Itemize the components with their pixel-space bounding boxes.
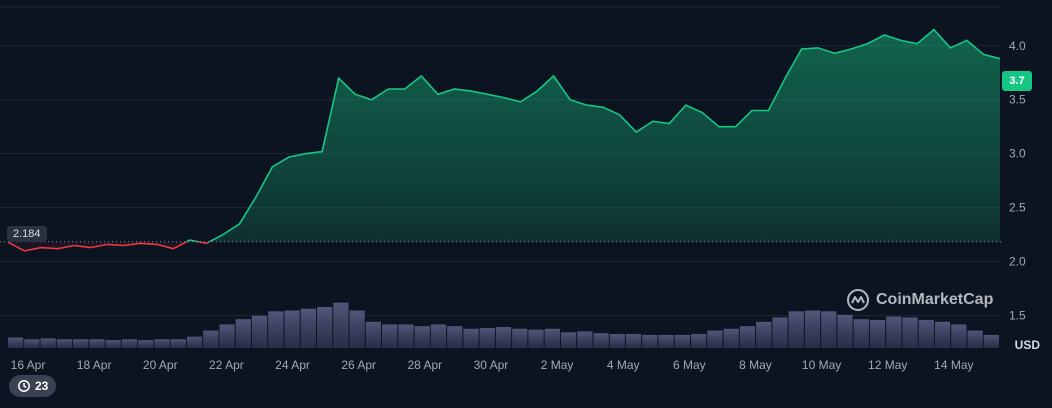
history-clock-icon	[18, 380, 30, 392]
volume-bar	[479, 327, 495, 348]
y-tick-label: 2.0	[1009, 255, 1026, 269]
volume-bar	[593, 333, 609, 348]
volume-bar	[625, 334, 642, 348]
open-price-tag: 2.184	[7, 226, 47, 242]
y-tick-label: 4.0	[1009, 39, 1026, 53]
price-chart[interactable]: 4.0 3.5 3.0 2.5 2.0 1.5 16 Apr 18 Apr 20 Apr 22 …	[0, 0, 1052, 403]
watermark-brand-text: CoinMarketCap	[876, 291, 994, 308]
volume-bar	[544, 328, 560, 348]
volume-bar	[756, 321, 772, 348]
volume-bar	[398, 324, 414, 348]
volume-bar	[821, 311, 837, 348]
y-tick-label: 3.0	[1009, 147, 1026, 161]
x-tick-label: 24 Apr	[275, 358, 310, 372]
volume-bar	[186, 336, 203, 348]
volume-bar	[382, 324, 398, 348]
volume-bar	[691, 334, 707, 348]
volume-bar	[235, 319, 251, 348]
volume-bar	[154, 339, 170, 348]
volume-bar	[918, 320, 934, 348]
volume-bar	[886, 316, 902, 348]
open-price-value: 2.184	[13, 228, 41, 240]
history-button[interactable]: 23	[9, 375, 57, 397]
volume-bar	[365, 321, 382, 348]
x-tick-label: 12 May	[868, 358, 907, 372]
current-price-tag: 3.7	[1002, 71, 1032, 91]
volume-bar	[56, 339, 73, 348]
volume-bar	[24, 339, 40, 348]
x-axis-ticks: 16 Apr 18 Apr 20 Apr 22 Apr 24 Apr 26 Apr 28 A…	[11, 358, 974, 372]
volume-bar	[869, 320, 886, 348]
volume-bar	[316, 306, 333, 348]
volume-bar	[138, 340, 154, 348]
x-tick-label: 16 Apr	[11, 358, 46, 372]
volume-bar	[837, 314, 853, 348]
volume-bar	[284, 310, 300, 348]
volume-bar	[609, 334, 625, 348]
x-tick-label: 20 Apr	[143, 358, 178, 372]
volume-bar	[219, 324, 235, 348]
y-tick-label: 2.5	[1009, 201, 1026, 215]
volume-bar	[121, 339, 138, 348]
x-tick-label: 14 May	[934, 358, 973, 372]
volume-bar	[463, 328, 479, 348]
volume-bar	[577, 331, 593, 348]
volume-bar	[8, 337, 24, 348]
coinmarketcap-watermark: CoinMarketCap	[846, 288, 993, 312]
y-tick-label: 3.5	[1009, 93, 1026, 107]
history-count: 23	[35, 379, 49, 393]
x-tick-label: 18 Apr	[77, 358, 112, 372]
volume-bar	[447, 326, 463, 348]
x-tick-label: 8 May	[739, 358, 772, 372]
volume-bar	[560, 332, 577, 348]
currency-unit-label: USD	[1014, 338, 1040, 352]
volume-bar	[528, 329, 544, 348]
volume-bar	[495, 327, 512, 348]
volume-bar	[105, 340, 121, 348]
x-tick-label: 28 Apr	[407, 358, 442, 372]
current-price-value: 3.7	[1009, 75, 1025, 87]
x-tick-label: 22 Apr	[209, 358, 244, 372]
x-tick-label: 26 Apr	[341, 358, 376, 372]
volume-bar	[73, 339, 89, 348]
volume-bar	[349, 310, 365, 348]
x-tick-label: 4 May	[607, 358, 640, 372]
x-tick-label: 30 Apr	[474, 358, 509, 372]
volume-bar	[804, 310, 821, 348]
volume-bar	[902, 317, 918, 348]
volume-bar	[658, 334, 674, 348]
volume-bar	[89, 339, 105, 348]
volume-bar	[268, 311, 284, 348]
coinmarketcap-logo-icon	[847, 289, 869, 311]
volume-bar	[512, 328, 528, 348]
volume-bar	[414, 326, 430, 348]
volume-bar	[934, 321, 951, 348]
volume-bar	[430, 324, 447, 348]
volume-bar	[967, 330, 983, 348]
chart-svg: 4.0 3.5 3.0 2.5 2.0 1.5 16 Apr 18 Apr 20 Apr 22 …	[0, 6, 1026, 372]
volume-bar	[723, 328, 739, 348]
volume-bar	[642, 334, 658, 348]
volume-bar	[772, 317, 788, 348]
volume-bar	[300, 308, 316, 348]
volume-bar	[853, 319, 869, 348]
volume-bar	[251, 315, 268, 348]
volume-bar	[788, 311, 804, 348]
volume-bar	[203, 330, 219, 348]
volume-bar	[707, 330, 723, 348]
volume-bar	[983, 334, 999, 348]
y-tick-label: 1.5	[1009, 309, 1026, 323]
volume-bar	[674, 334, 691, 348]
volume-bar	[951, 324, 967, 348]
x-tick-label: 6 May	[673, 358, 706, 372]
x-tick-label: 2 May	[541, 358, 574, 372]
volume-bar	[170, 339, 186, 348]
volume-bar	[333, 302, 349, 348]
volume-bar	[40, 338, 56, 348]
volume-bar	[739, 326, 756, 348]
x-tick-label: 10 May	[802, 358, 841, 372]
